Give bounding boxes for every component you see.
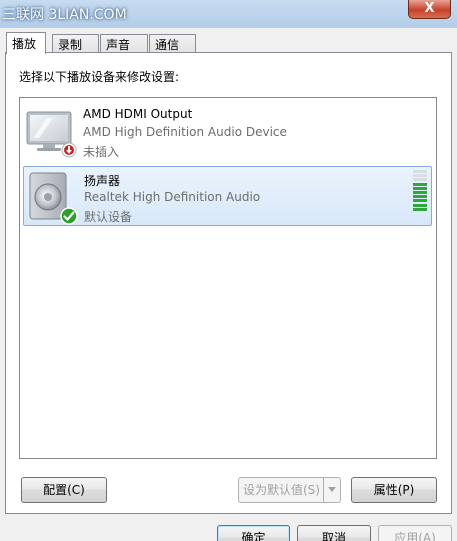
close-icon: X	[424, 1, 435, 16]
chevron-down-icon[interactable]	[323, 478, 340, 502]
device-name: 扬声器	[84, 174, 121, 188]
instruction-text: 选择以下播放设备来修改设置:	[19, 70, 180, 84]
level-segment	[413, 207, 427, 211]
sound-dialog: 三联网 3LIAN.COM X 播放 录制 声音 通信 选择以下播放设备来修改设…	[0, 0, 457, 541]
level-segment	[413, 195, 427, 199]
tab-communications[interactable]: 通信	[149, 34, 196, 52]
device-name: AMD HDMI Output	[83, 107, 193, 121]
device-status: 未插入	[83, 145, 120, 159]
device-item-hdmi[interactable]: AMD HDMI Output AMD High Definition Audi…	[23, 102, 432, 162]
window-title: 三联网 3LIAN.COM	[2, 7, 127, 23]
playback-panel: 选择以下播放设备来修改设置: AMD HDMI Output AMD High …	[5, 52, 452, 514]
set-default-label: 设为默认值(S)	[243, 483, 320, 497]
close-button[interactable]: X	[408, 0, 451, 19]
level-segment	[413, 182, 427, 186]
level-segment	[413, 170, 427, 173]
cancel-button[interactable]: 取消	[297, 525, 371, 541]
tab-sounds[interactable]: 声音	[100, 34, 148, 52]
apply-button[interactable]: 应用(A)	[378, 525, 452, 541]
default-check-badge-icon	[60, 207, 78, 225]
level-segment	[413, 186, 427, 190]
level-segment	[413, 178, 427, 182]
device-status: 默认设备	[84, 210, 133, 224]
tab-playback[interactable]: 播放	[6, 32, 46, 54]
set-default-button[interactable]: 设为默认值(S)	[238, 477, 341, 503]
level-segment	[413, 199, 427, 203]
volume-level-meter	[413, 170, 427, 212]
level-segment	[413, 191, 427, 194]
level-segment	[413, 174, 427, 178]
device-description: AMD High Definition Audio Device	[83, 125, 287, 139]
playback-device-list[interactable]: AMD HDMI Output AMD High Definition Audi…	[19, 97, 437, 459]
unplugged-badge-icon	[61, 142, 77, 158]
device-description: Realtek High Definition Audio	[84, 190, 261, 204]
title-bar[interactable]: 三联网 3LIAN.COM X	[0, 0, 457, 28]
tab-recording[interactable]: 录制	[52, 34, 99, 52]
ok-button[interactable]: 确定	[217, 525, 290, 541]
configure-button[interactable]: 配置(C)	[21, 477, 107, 503]
properties-button[interactable]: 属性(P)	[351, 477, 437, 503]
device-item-speakers[interactable]: 扬声器 Realtek High Definition Audio 默认设备	[23, 166, 432, 226]
level-segment	[413, 203, 427, 207]
